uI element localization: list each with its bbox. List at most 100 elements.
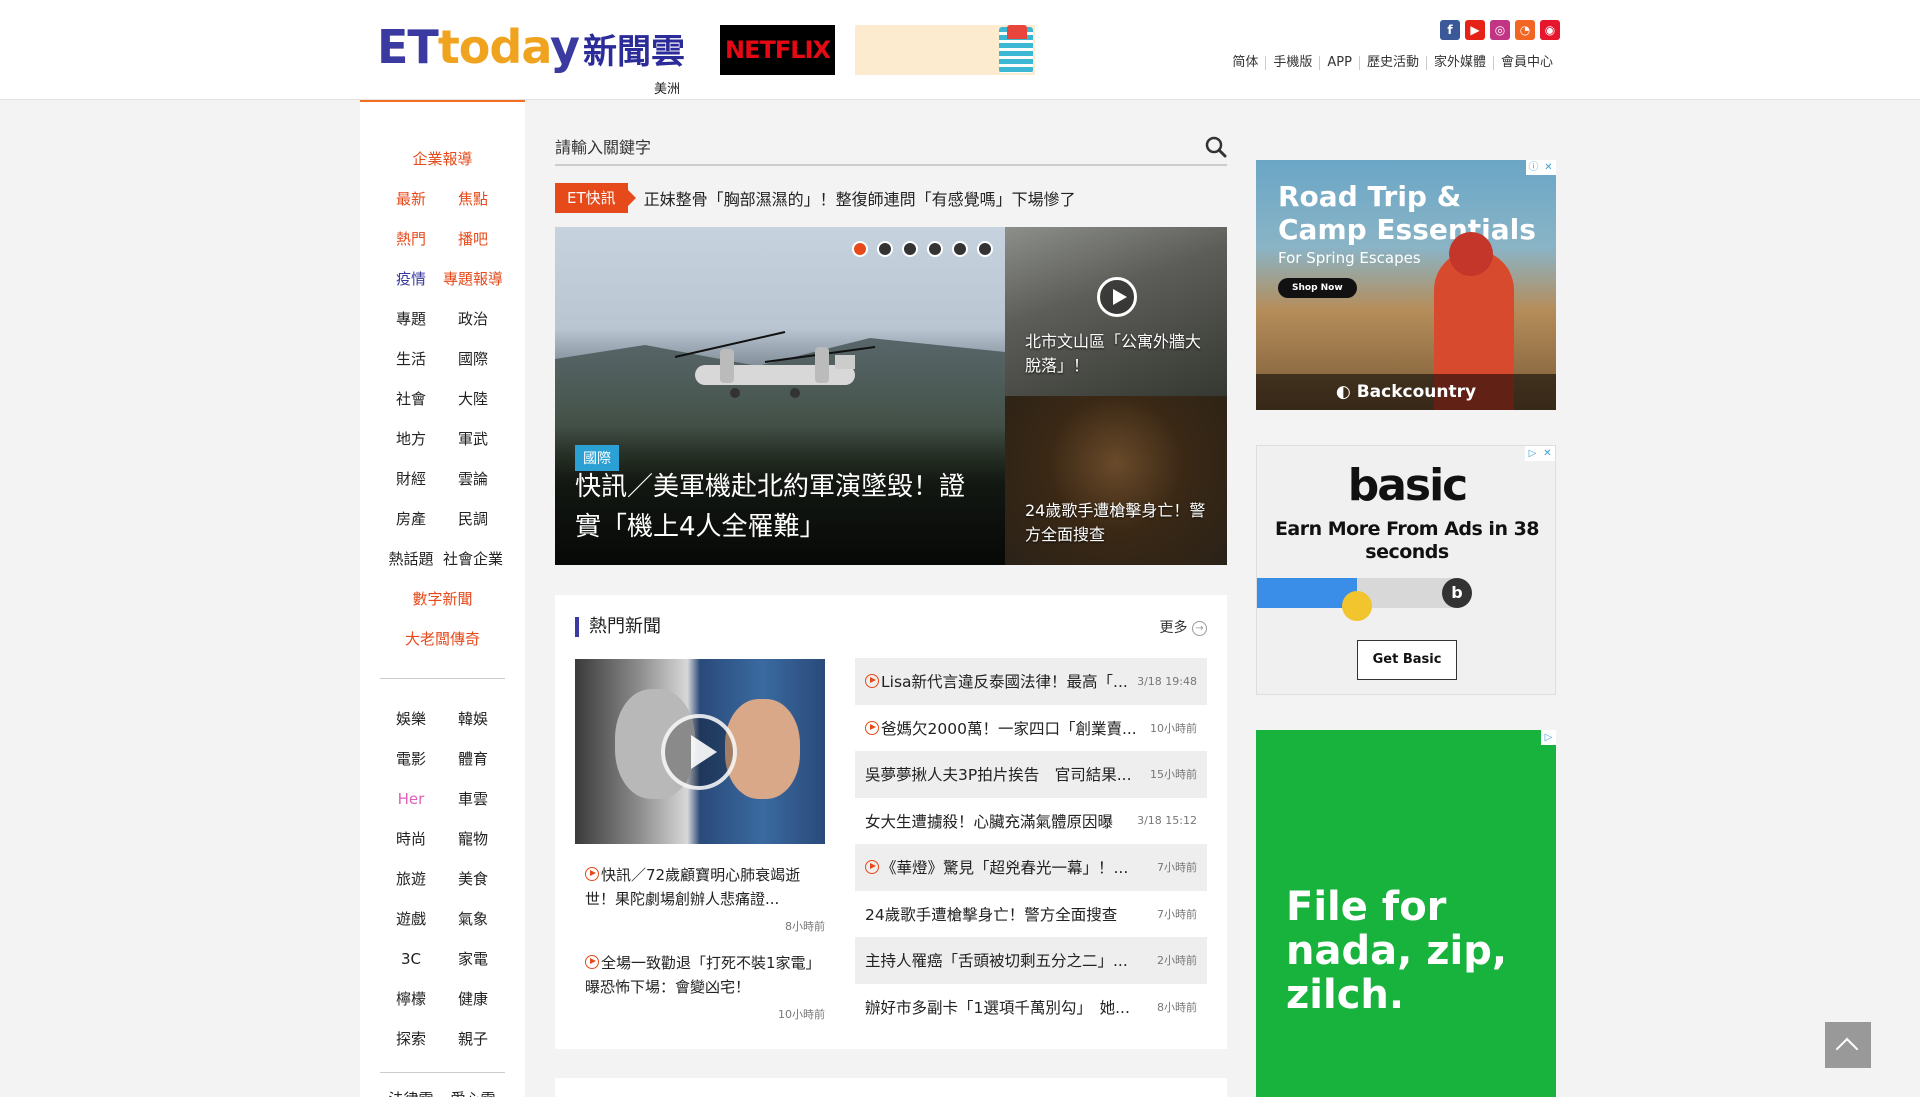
hot-news-row[interactable]: 《華燈》驚見「超兇春光一幕」！... 7小時前 [855, 844, 1207, 891]
hot-news-row[interactable]: 吳夢夢揪人夫3P拍片挨告 官司結果... 15小時前 [855, 751, 1207, 798]
sidebar-item[interactable]: 雲論 [438, 469, 508, 489]
sidebar-item[interactable]: 財經 [376, 469, 446, 489]
sidebar-item[interactable]: 地方 [376, 429, 446, 449]
sidebar-item[interactable]: 播吧 [438, 229, 508, 249]
hot-news-featured-image[interactable] [575, 659, 825, 844]
ad-choices[interactable]: ▷ ✕ [1525, 446, 1555, 461]
sidebar-item[interactable]: 社會企業 [438, 549, 508, 569]
hero-carousel[interactable]: 國際 快訊／美軍機赴北約軍演墜毀！證實「機上4人全罹難」 [555, 227, 1005, 565]
video-icon [585, 867, 599, 881]
sidebar-item[interactable]: 大老闆傳奇 [360, 629, 525, 649]
hot-news-row[interactable]: 女大生遭擄殺！心臟充滿氣體原因曝 3/18 15:12 [855, 798, 1207, 845]
site-logo[interactable]: ETtoday 新聞雲 [377, 22, 685, 77]
sidebar-item[interactable]: 娛樂 [376, 709, 446, 729]
hot-news-row[interactable]: Lisa新代言違反泰國法律！最高「... 3/18 19:48 [855, 658, 1207, 705]
side-story-card[interactable]: 24歲歌手遭槍擊身亡！警方全面搜查 [1005, 396, 1227, 565]
sidebar-item[interactable]: 社會 [376, 389, 446, 409]
adchoices-icon[interactable]: ▷ [1541, 730, 1556, 745]
carousel-dot[interactable] [977, 241, 993, 257]
sidebar-item[interactable]: 大陸 [438, 389, 508, 409]
region-label[interactable]: 美洲 [654, 78, 680, 97]
breaking-news-headline[interactable]: 正妹整骨「胸部濕濕的」！整復師連問「有感覺嗎」下場慘了 [644, 186, 1076, 210]
sidebar-item[interactable]: 最新 [376, 189, 446, 209]
carousel-dot[interactable] [952, 241, 968, 257]
sidebar-item[interactable]: 疫情 [376, 269, 446, 289]
adchoices-icon[interactable]: ▷ [1525, 446, 1540, 461]
sidebar-item[interactable]: 體育 [438, 749, 508, 769]
header-ad-banner[interactable] [855, 25, 1035, 75]
sidebar-item[interactable]: 車雲 [438, 789, 508, 809]
featured-news-item[interactable]: 快訊／72歲顧寶明心肺衰竭逝世！果陀劇場創辦人悲痛證... 8小時前 [585, 863, 825, 933]
sidebar-item[interactable]: 檸檬 [376, 989, 446, 1009]
basic-ad[interactable]: ▷ ✕ basic Earn More From Ads in 38 second… [1256, 445, 1556, 695]
hot-news-row[interactable]: 爸媽欠2000萬！一家四口「創業賣... 10小時前 [855, 705, 1207, 752]
sidebar-item[interactable]: 熱門 [376, 229, 446, 249]
carousel-dot[interactable] [927, 241, 943, 257]
top-link-member[interactable]: 會員中心 [1492, 56, 1560, 70]
sidebar-item[interactable]: 熱話題 [376, 549, 446, 569]
sidebar-item[interactable]: 專題報導 [438, 269, 508, 289]
adchoices-icon[interactable]: ⓘ [1526, 160, 1541, 175]
sidebar-item[interactable]: 愛心雲 [438, 1089, 508, 1097]
sidebar-item[interactable]: 健康 [438, 989, 508, 1009]
carousel-dot[interactable] [877, 241, 893, 257]
sidebar-item[interactable]: 房產 [376, 509, 446, 529]
sidebar-item[interactable]: Her [376, 789, 446, 809]
sidebar-item[interactable]: 氣象 [438, 909, 508, 929]
featured-news-item[interactable]: 全場一致勸退「打死不裝1家電」 曝恐怖下場：會變凶宅！ 10小時前 [585, 951, 828, 1021]
weibo-icon[interactable]: ◉ [1540, 20, 1560, 40]
instagram-icon[interactable]: ◎ [1490, 20, 1510, 40]
top-link-app[interactable]: APP [1319, 56, 1359, 70]
sidebar-item[interactable]: 國際 [438, 349, 508, 369]
top-link-events[interactable]: 歷史活動 [1358, 56, 1426, 70]
get-basic-button[interactable]: Get Basic [1357, 640, 1457, 680]
sidebar-item[interactable]: 遊戲 [376, 909, 446, 929]
search-icon[interactable] [1205, 136, 1227, 158]
netflix-ad[interactable]: NETFLIX [720, 25, 835, 75]
sidebar-item[interactable]: 政治 [438, 309, 508, 329]
facebook-icon[interactable]: f [1440, 20, 1460, 40]
carousel-dot[interactable] [852, 241, 868, 257]
search-input[interactable] [555, 130, 1175, 164]
sidebar-item[interactable]: 韓娛 [438, 709, 508, 729]
close-icon[interactable]: ✕ [1540, 446, 1555, 461]
sidebar-item[interactable]: 數字新聞 [360, 589, 525, 609]
sidebar-item[interactable]: 軍武 [438, 429, 508, 449]
back-to-top-button[interactable] [1825, 1022, 1871, 1068]
sidebar-item[interactable]: 探索 [376, 1029, 446, 1049]
sidebar-item[interactable]: 專題 [376, 309, 446, 329]
sidebar-item[interactable]: 焦點 [438, 189, 508, 209]
sidebar-item[interactable]: 旅遊 [376, 869, 446, 889]
top-link-mobile[interactable]: 手機版 [1265, 56, 1319, 70]
sidebar-item[interactable]: 企業報導 [360, 149, 525, 169]
ad-choices[interactable]: ⓘ ✕ [1526, 160, 1556, 175]
sidebar-item[interactable]: 法律雲 [376, 1089, 446, 1097]
sidebar-item[interactable]: 親子 [438, 1029, 508, 1049]
sidebar-item[interactable]: 民調 [438, 509, 508, 529]
sidebar-item[interactable]: 生活 [376, 349, 446, 369]
hot-news-row[interactable]: 辦好市多副卡「1選項千萬別勾」 她... 8小時前 [855, 984, 1207, 1031]
sidebar-item[interactable]: 家電 [438, 949, 508, 969]
ad-brand: ◐ Backcountry [1256, 374, 1556, 410]
sidebar-item[interactable]: 時尚 [376, 829, 446, 849]
backcountry-ad[interactable]: ⓘ ✕ Road Trip & Camp Essentials For Sprin… [1256, 160, 1556, 410]
more-link[interactable]: 更多 → [1160, 617, 1207, 637]
hot-news-row[interactable]: 24歲歌手遭槍擊身亡！警方全面搜查 7小時前 [855, 891, 1207, 938]
youtube-icon[interactable]: ▶ [1465, 20, 1485, 40]
carousel-dot[interactable] [902, 241, 918, 257]
top-link-ooh-media[interactable]: 家外媒體 [1425, 56, 1493, 70]
green-ad[interactable]: ▷ File for nada, zip, zilch. [1256, 730, 1556, 1097]
rss-icon[interactable]: ◔ [1515, 20, 1535, 40]
sidebar-item[interactable]: 寵物 [438, 829, 508, 849]
sidebar-item[interactable]: 美食 [438, 869, 508, 889]
shop-now-button[interactable]: Shop Now [1278, 278, 1357, 298]
sidebar-item[interactable]: 3C [376, 949, 446, 969]
hero-headline[interactable]: 快訊／美軍機赴北約軍演墜毀！證實「機上4人全罹難」 [575, 467, 985, 547]
ad-choices[interactable]: ▷ [1541, 730, 1556, 745]
close-icon[interactable]: ✕ [1541, 160, 1556, 175]
side-story-caption: 24歲歌手遭槍擊身亡！警方全面搜查 [1025, 501, 1206, 544]
sidebar-item[interactable]: 電影 [376, 749, 446, 769]
top-link-simplified[interactable]: 简体 [1225, 56, 1265, 70]
side-story-card[interactable]: 北市文山區「公寓外牆大脫落」！ [1005, 227, 1227, 396]
hot-news-row[interactable]: 主持人罹癌「舌頭被切剩五分之二」... 2小時前 [855, 937, 1207, 984]
